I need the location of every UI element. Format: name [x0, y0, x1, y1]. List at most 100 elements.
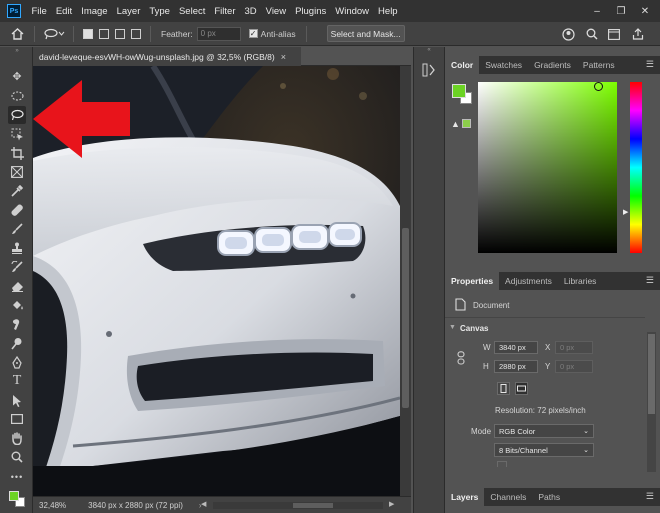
- scroll-right-icon[interactable]: ▶: [389, 500, 394, 508]
- rectangle-tool-icon[interactable]: [8, 410, 26, 428]
- pen-tool-icon[interactable]: [8, 353, 26, 371]
- paint-bucket-tool-icon[interactable]: [8, 296, 26, 314]
- color-swatches[interactable]: [8, 490, 26, 508]
- tab-channels[interactable]: Channels: [484, 488, 532, 506]
- strip-collapse-icon[interactable]: «: [414, 47, 444, 54]
- tab-properties[interactable]: Properties: [445, 272, 500, 290]
- properties-scrollbar[interactable]: [647, 332, 656, 472]
- width-label: W: [483, 343, 491, 352]
- move-tool-icon[interactable]: ✥: [8, 68, 26, 86]
- eyedropper-tool-icon[interactable]: [8, 182, 26, 200]
- menu-view[interactable]: View: [261, 6, 290, 17]
- lasso-preset-icon[interactable]: [41, 26, 67, 42]
- menu-help[interactable]: Help: [374, 6, 403, 17]
- tab-adjustments[interactable]: Adjustments: [499, 272, 558, 290]
- close-window-icon[interactable]: ✕: [634, 0, 656, 22]
- marquee-tool-icon[interactable]: [8, 87, 26, 105]
- panel-foreground-swatch-top[interactable]: [452, 84, 466, 98]
- new-selection-icon[interactable]: [83, 28, 93, 39]
- clone-stamp-tool-icon[interactable]: [8, 239, 26, 257]
- type-tool-icon[interactable]: T: [8, 372, 26, 390]
- foreground-color-swatch[interactable]: [9, 491, 19, 501]
- menu-filter[interactable]: Filter: [210, 6, 240, 17]
- menu-image[interactable]: Image: [77, 6, 112, 17]
- horizontal-scrollbar-thumb[interactable]: [293, 503, 333, 508]
- close-tab-icon[interactable]: ×: [281, 52, 286, 62]
- zoom-level[interactable]: 32,48%: [39, 501, 66, 510]
- scroll-left-icon[interactable]: ◀: [201, 500, 206, 508]
- link-dimensions-icon[interactable]: [457, 351, 465, 365]
- tab-patterns[interactable]: Patterns: [577, 56, 621, 74]
- history-panel-icon[interactable]: [422, 63, 438, 79]
- canvas-collapse-icon[interactable]: ▼: [449, 324, 456, 331]
- panel-menu-icon[interactable]: ☰: [646, 60, 654, 69]
- hue-slider-handle[interactable]: ▶: [623, 208, 628, 216]
- eraser-tool-icon[interactable]: [8, 277, 26, 295]
- width-input[interactable]: 3840 px: [494, 341, 538, 354]
- horizontal-scrollbar[interactable]: [213, 502, 383, 509]
- hue-slider[interactable]: [630, 82, 642, 253]
- properties-menu-icon[interactable]: ☰: [646, 276, 654, 285]
- intersect-selection-icon[interactable]: [131, 28, 141, 39]
- antialias-checkbox[interactable]: ✓: [248, 29, 258, 38]
- canvas-vertical-scrollbar[interactable]: [400, 66, 411, 496]
- menu-file[interactable]: File: [27, 6, 51, 17]
- tab-color[interactable]: Color: [445, 56, 480, 74]
- document-tab[interactable]: david-leveque-esvWH-owWug-unsplash.jpg @…: [33, 47, 301, 66]
- document-canvas[interactable]: [33, 66, 400, 496]
- color-picker-cursor[interactable]: [594, 82, 603, 91]
- healing-brush-tool-icon[interactable]: [8, 201, 26, 219]
- add-selection-icon[interactable]: [99, 28, 109, 39]
- x-input[interactable]: 0 px: [555, 341, 593, 354]
- saturation-brightness-field[interactable]: [478, 82, 617, 253]
- landscape-orientation-icon[interactable]: [515, 382, 528, 395]
- feather-input[interactable]: 0 px: [196, 26, 241, 41]
- tab-swatches[interactable]: Swatches: [479, 56, 528, 74]
- zoom-tool-icon[interactable]: [8, 448, 26, 466]
- tab-paths[interactable]: Paths: [532, 488, 566, 506]
- share-icon[interactable]: [630, 26, 646, 42]
- height-input[interactable]: 2880 px: [494, 360, 538, 373]
- scrollbar-thumb[interactable]: [402, 228, 409, 408]
- menu-window[interactable]: Window: [331, 6, 374, 17]
- menu-3d[interactable]: 3D: [240, 6, 261, 17]
- lasso-tool-icon[interactable]: [8, 106, 26, 124]
- minimize-icon[interactable]: –: [586, 0, 608, 22]
- toolbar-collapse-icon[interactable]: »: [8, 48, 26, 54]
- menu-layer[interactable]: Layer: [112, 6, 145, 17]
- gamut-warning-icon[interactable]: ▲: [451, 119, 460, 129]
- properties-scrollbar-thumb[interactable]: [648, 334, 655, 414]
- brush-tool-icon[interactable]: [8, 220, 26, 238]
- menu-type[interactable]: Type: [145, 6, 175, 17]
- subtract-selection-icon[interactable]: [115, 28, 125, 39]
- home-icon[interactable]: [6, 26, 28, 42]
- gamut-swatch[interactable]: [462, 119, 471, 128]
- menu-edit[interactable]: Edit: [51, 6, 76, 17]
- history-brush-tool-icon[interactable]: [8, 258, 26, 276]
- tab-libraries[interactable]: Libraries: [558, 272, 603, 290]
- restore-icon[interactable]: ❐: [610, 0, 632, 22]
- portrait-orientation-icon[interactable]: [497, 382, 510, 395]
- path-selection-tool-icon[interactable]: [8, 391, 26, 409]
- menu-plugins[interactable]: Plugins: [291, 6, 331, 17]
- edit-toolbar-icon[interactable]: •••: [8, 471, 26, 483]
- object-selection-tool-icon[interactable]: [8, 125, 26, 143]
- help-user-icon[interactable]: [560, 26, 576, 42]
- crop-tool-icon[interactable]: [8, 144, 26, 162]
- tab-layers[interactable]: Layers: [445, 488, 485, 506]
- tab-gradients[interactable]: Gradients: [528, 56, 577, 74]
- bit-depth-select[interactable]: 8 Bits/Channel ⌄: [494, 443, 594, 457]
- background-fill-swatch[interactable]: [497, 461, 507, 467]
- mode-select[interactable]: RGB Color ⌄: [494, 424, 594, 438]
- select-and-mask-button[interactable]: Select and Mask...: [326, 25, 405, 42]
- dodge-tool-icon[interactable]: [8, 334, 26, 352]
- frame-tool-icon[interactable]: [8, 163, 26, 181]
- hand-tool-icon[interactable]: [8, 429, 26, 447]
- menu-select[interactable]: Select: [174, 6, 209, 17]
- layers-menu-icon[interactable]: ☰: [646, 492, 654, 501]
- workspace-icon[interactable]: [606, 26, 622, 42]
- resolution-text: Resolution: 72 pixels/inch: [495, 406, 586, 415]
- y-input[interactable]: 0 px: [555, 360, 593, 373]
- smudge-tool-icon[interactable]: [8, 315, 26, 333]
- search-icon[interactable]: [584, 26, 600, 42]
